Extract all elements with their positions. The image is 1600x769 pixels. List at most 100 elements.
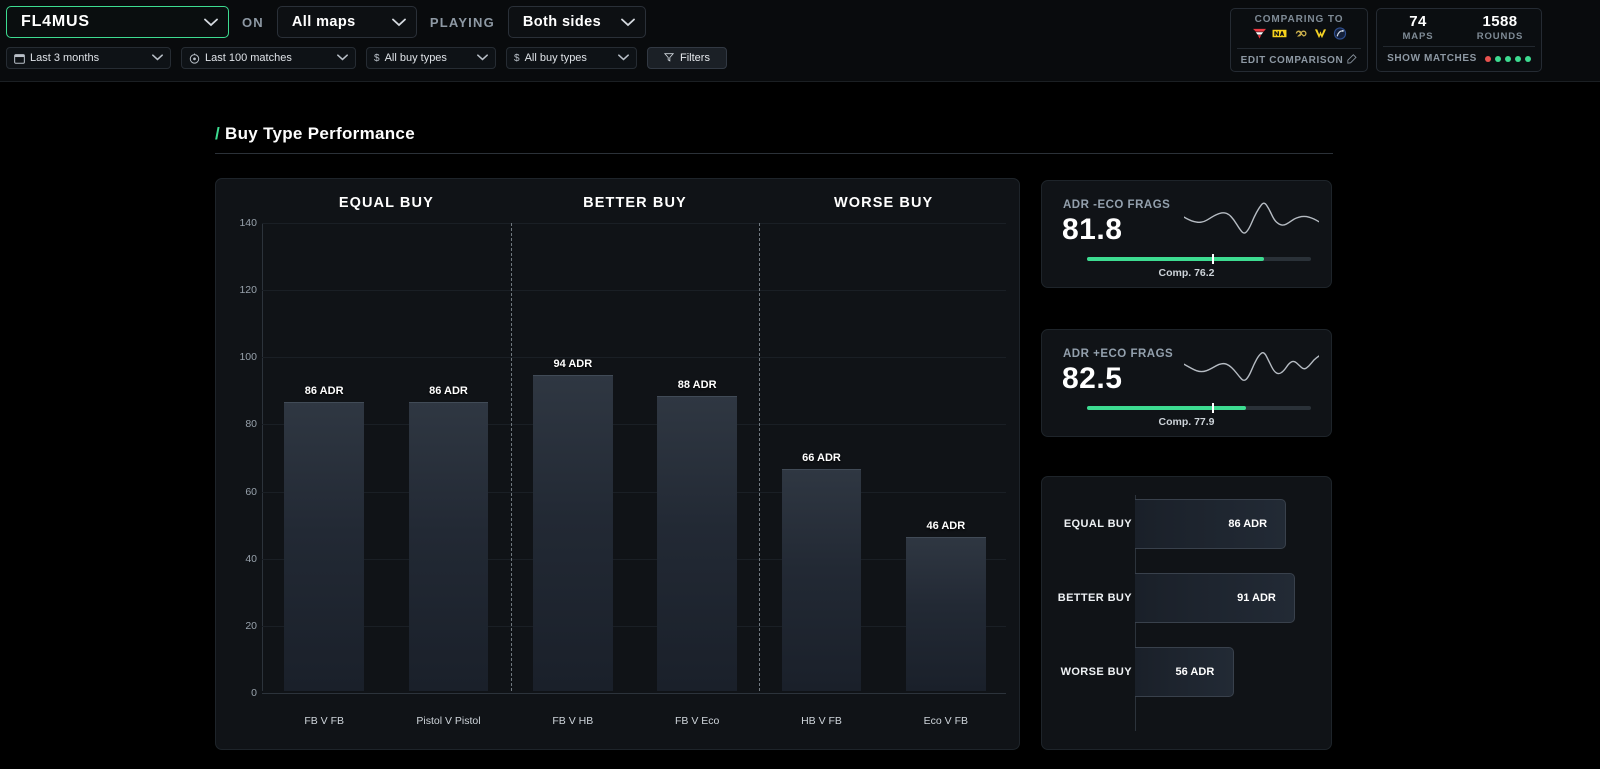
conjunction-on: ON [229,15,277,30]
player-select-label: FL4MUS [21,13,190,31]
funnel-icon [664,52,674,65]
x-axis-label: Eco V FB [884,715,1008,727]
calendar-icon [14,53,25,64]
bar-value-label: 86 ADR [262,385,386,397]
bar[interactable] [284,402,364,691]
comparison-logos [1231,27,1367,45]
show-matches-button[interactable]: SHOW MATCHES [1377,47,1541,64]
gridline [262,290,1006,291]
bar[interactable] [409,402,489,691]
match-result-dot-3[interactable] [1515,56,1521,62]
match-result-dot-2[interactable] [1505,56,1511,62]
rounds-stat: 1588 ROUNDS [1459,9,1541,46]
horizontal-bar-label: BETTER BUY [1042,592,1132,604]
match-result-dots [1485,56,1531,62]
y-axis-tick: 0 [217,687,257,699]
kpi-progress-track [1087,406,1311,410]
bar[interactable] [533,375,613,691]
match-result-dot-1[interactable] [1495,56,1501,62]
match-result-dot-0[interactable] [1485,56,1491,62]
sides-select[interactable]: Both sides [508,6,646,38]
rounds-label: ROUNDS [1459,31,1541,42]
edit-comparison-button[interactable]: EDIT COMPARISON [1231,49,1367,67]
y-axis-tick: 20 [217,620,257,632]
kpi-comparison-marker [1212,254,1214,264]
bar-value-label: 94 ADR [511,358,635,370]
stats-numbers: 74 MAPS 1588 ROUNDS [1377,9,1541,46]
y-axis-tick: 120 [217,284,257,296]
gridline [262,223,1006,224]
comparison-title: COMPARING TO [1231,9,1367,25]
top-filter-bar: FL4MUS ON All maps PLAYING Both sides La… [0,0,1600,82]
buy-type-enemy-label: All buy types [525,52,608,64]
section-divider [215,153,1333,154]
kpi-progress-fill [1087,406,1246,410]
buy-type-own-label: All buy types [385,52,467,64]
navi-logo [1272,27,1287,45]
horizontal-bar-value: 56 ADR [1176,666,1215,678]
page-title: /Buy Type Performance [215,124,1333,144]
date-range-label: Last 3 months [30,52,142,64]
bar-value-label: 86 ADR [386,385,510,397]
horizontal-bar-label: WORSE BUY [1042,666,1132,678]
y-axis-tick: 40 [217,553,257,565]
match-count-select[interactable]: Last 100 matches [181,47,356,69]
wings-logo [1313,27,1328,45]
bar-value-label: 46 ADR [884,520,1008,532]
dollar-icon: $ [374,53,380,64]
y-axis-tick: 60 [217,486,257,498]
group-header-equal-buy: EQUAL BUY [262,195,511,211]
kpi-progress-fill [1087,257,1264,261]
kpi-comparison-label: Comp. 76.2 [1042,267,1331,279]
sparkline-chart [1184,342,1319,394]
x-axis-label: FB V FB [262,715,386,727]
bar[interactable] [657,396,737,691]
kpi-comparison-marker [1212,403,1214,413]
section-header: /Buy Type Performance [215,124,1333,154]
maps-stat: 74 MAPS [1377,9,1459,46]
maps-label: MAPS [1377,31,1459,42]
horizontal-bar-row: BETTER BUY 91 ADR [1042,573,1331,623]
gridline [262,559,1006,560]
group-header-better-buy: BETTER BUY [511,195,760,211]
chevron-down-icon [618,53,629,63]
sides-select-label: Both sides [523,14,607,30]
group-header-worse-buy: WORSE BUY [759,195,1008,211]
buy-type-select-own[interactable]: $ All buy types [366,47,496,69]
buy-type-summary-chart: EQUAL BUY86 ADRBETTER BUY91 ADRWORSE BUY… [1041,476,1332,750]
buy-type-select-enemy[interactable]: $ All buy types [506,47,637,69]
x-axis-line [262,693,1006,694]
kpi-comparison-label: Comp. 77.9 [1042,416,1331,428]
bar[interactable] [906,537,986,691]
player-select[interactable]: FL4MUS [6,6,229,38]
y-axis-tick: 80 [217,418,257,430]
x-axis-label: FB V Eco [635,715,759,727]
sparkline-chart [1184,193,1319,245]
horizontal-bar-value: 86 ADR [1228,518,1267,530]
chevron-down-icon [337,53,348,63]
secondary-filter-row: Last 3 months Last 100 matches $ All buy… [6,47,727,69]
group-divider [511,223,512,691]
chevron-down-icon [621,16,635,29]
chevron-down-icon [152,53,163,63]
filters-button[interactable]: Filters [647,47,727,69]
bar[interactable] [782,469,862,691]
match-stats-box: 74 MAPS 1588 ROUNDS SHOW MATCHES [1376,8,1542,72]
kpi-value: 82.5 [1062,362,1122,396]
match-result-dot-4[interactable] [1525,56,1531,62]
section-title-text: Buy Type Performance [225,124,415,143]
chevron-down-icon [392,16,406,29]
comparison-box: COMPARING TO EDIT COMPARISON [1230,8,1368,72]
horizontal-bar-value: 91 ADR [1237,592,1276,604]
y-axis-tick: 100 [217,351,257,363]
show-matches-label: SHOW MATCHES [1387,53,1477,64]
date-range-select[interactable]: Last 3 months [6,47,171,69]
match-count-label: Last 100 matches [205,52,327,64]
y-axis-tick: 140 [217,217,257,229]
x-axis-label: Pistol V Pistol [386,715,510,727]
kpi-label: ADR +ECO FRAGS [1063,348,1173,360]
gridline [262,626,1006,627]
edit-comparison-label: EDIT COMPARISON [1241,55,1344,66]
x-axis-label: FB V HB [511,715,635,727]
maps-select[interactable]: All maps [277,6,417,38]
